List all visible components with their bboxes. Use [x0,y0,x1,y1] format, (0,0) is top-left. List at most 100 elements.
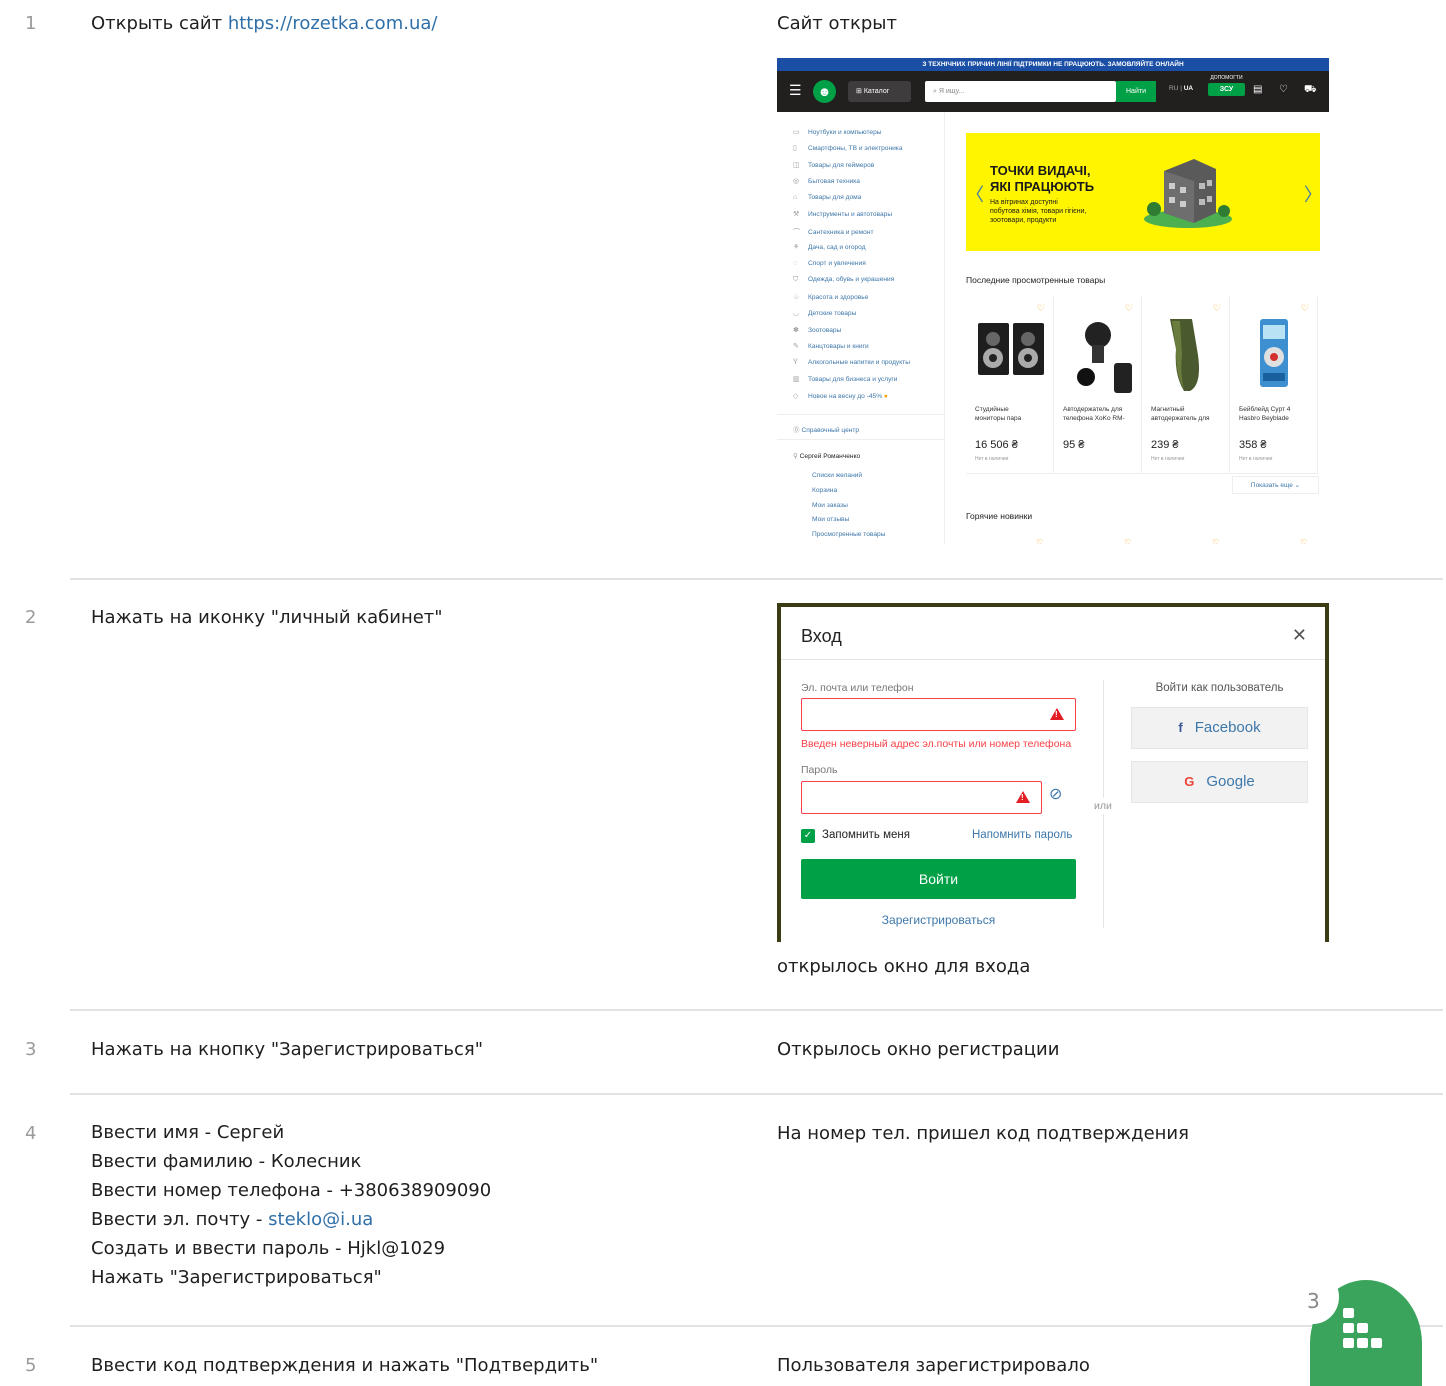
heart-icon[interactable]: ♡ [1212,538,1219,544]
heart-icon[interactable]: ♡ [1124,538,1131,544]
facebook-login-button[interactable]: f Facebook [1131,707,1308,749]
product-name[interactable]: Студийные мониторы пара [975,405,1049,423]
hot-new-products-title: Горячие новинки [966,511,1033,521]
sidebar-item-laptops[interactable]: ▭ Ноутбуки и компьютеры [793,128,882,136]
sidebar-item-smartphones[interactable]: ▯ Смартфоны, ТВ и электроника [793,144,902,152]
glass-icon: Ÿ [793,359,798,366]
help-label: ДОПОМОГТИ [1210,75,1243,81]
product-card[interactable]: ♡ Автодержатель для телефона XoKo RM- 95 … [1054,297,1142,474]
lang-ru[interactable]: RU [1169,85,1178,92]
pencil-icon: ✎ [793,343,799,350]
remind-password-link[interactable]: Напомнить пароль [972,829,1072,841]
step-action-line: Создать и ввести пароль - Hjkl@1029 [91,1238,446,1259]
promo-banner[interactable]: ТОЧКИ ВИДАЧІ, ЯКІ ПРАЦЮЮТЬ На вітринах до… [966,133,1322,251]
zsu-badge: ЗСУ [1208,83,1245,96]
language-switch[interactable]: RU | UA [1169,85,1193,92]
product-price: 358 ₴ [1239,439,1267,451]
sidebar-item-plumbing[interactable]: ⌒ Сантехника и ремонт [793,227,873,237]
promo-next-arrow[interactable]: 〉 [1304,181,1322,207]
sidebar-item-books[interactable]: ✎ Канцтовары и книги [793,342,869,350]
step-result: открылось окно для входа [777,956,1031,977]
product-name[interactable]: Бейблейд Сурт 4 Hasbro Beyblade [1239,405,1313,423]
user-link-wishlist[interactable]: Списки желаний [812,472,862,479]
modal-title: Вход [801,626,842,646]
catalog-button[interactable]: ⊞ Каталог [848,81,911,102]
warning-icon [1016,791,1030,803]
faucet-icon: ⌒ [793,229,800,236]
heart-icon[interactable]: ♡ [1037,303,1045,314]
sidebar-item-beauty[interactable]: ♧ Красота и здоровье [793,293,868,301]
paw-icon: ✽ [793,327,799,334]
kids-icon: ◡ [793,310,800,317]
menu-icon[interactable]: ☰ [789,82,802,99]
promo-text: На вітринах доступні побутова хімія, това… [990,199,1087,224]
promo-prev-arrow[interactable]: 〈 [966,181,984,207]
remember-me-checkbox[interactable]: ✓ [801,829,815,843]
step-action-line: Ввести номер телефона - +380638909090 [91,1180,492,1201]
orders-icon[interactable]: ▤ [1253,84,1262,95]
sofa-icon: ⌂ [793,194,798,201]
heart-icon[interactable]: ♡ [1036,538,1043,544]
sidebar-item-food[interactable]: Ÿ Алкогольные напитки и продукты [793,359,910,366]
help-army-button[interactable]: ДОПОМОГТИ ЗСУ [1208,75,1245,96]
help-center-link[interactable]: ⓪ Справочный центр [793,424,859,434]
sidebar-item-home[interactable]: ⌂ Товары для дома [793,194,861,201]
step-result: На номер тел. пришел код подтверждения [777,1123,1189,1144]
login-button[interactable]: Войти [801,859,1076,899]
user-icon: ⚲ [793,453,800,460]
sidebar-item-gamers[interactable]: ◫ Товары для геймеров [793,161,874,169]
step-number: 4 [25,1123,37,1144]
user-profile[interactable]: ⚲ Сергей Романченко [793,452,860,460]
search-input[interactable]: ⌕ Я ищу... [925,81,1116,102]
heart-icon[interactable]: ♡ [1301,303,1309,314]
password-field[interactable] [801,781,1042,814]
product-price: 239 ₴ [1151,439,1179,451]
user-link-cart[interactable]: Корзина [812,487,837,494]
search-button[interactable]: Найти [1116,81,1156,102]
email-field-label: Эл. почта или телефон [801,682,914,694]
sidebar-item-tools[interactable]: ⚒ Инструменты и автотовары [793,210,892,218]
heart-icon[interactable]: ♡ [1213,303,1221,314]
row-divider [70,578,1443,580]
sidebar-item-clothes[interactable]: ⛉ Одежда, обувь и украшения [793,276,894,284]
site-url-link[interactable]: https://rozetka.com.ua/ [228,13,438,34]
product-card[interactable]: ♡ Студийные мониторы пара 16 506 ₴ Нет в … [966,297,1054,474]
email-link[interactable]: steklo@i.ua [268,1209,373,1230]
row-divider [70,1009,1443,1011]
sidebar-item-pets[interactable]: ✽ Зоотовары [793,326,841,334]
wishlist-icon[interactable]: ♡ [1279,84,1288,95]
sidebar-item-sport[interactable]: ◌ Спорт и увлечения [793,260,866,267]
register-link[interactable]: Зарегистрироваться [781,913,1096,927]
beauty-icon: ♧ [793,294,800,301]
sidebar-item-appliances[interactable]: ◎ Бытовая техника [793,177,860,185]
show-more-button[interactable]: Показать еще ⌄ [1232,476,1319,494]
product-card[interactable]: ♡ Бейблейд Сурт 4 Hasbro Beyblade 358 ₴ Н… [1230,297,1318,474]
sidebar-item-garden[interactable]: ⚘ Дача, сад и огород [793,243,866,251]
eye-slash-icon[interactable]: ⊘ [1049,784,1062,804]
step-action: Ввести имя - Сергей Ввести фамилию - Кол… [91,1118,491,1292]
product-name[interactable]: Магнитный автодержатель для [1151,405,1225,423]
remember-me-label[interactable]: Запомнить меня [822,829,910,841]
user-link-orders[interactable]: Мои заказы [812,502,848,509]
row-divider [70,1325,1443,1327]
user-link-viewed[interactable]: Просмотренные товары [812,531,885,538]
step-number: 3 [25,1039,37,1060]
user-link-reviews[interactable]: Мои отзывы [812,516,849,523]
product-price: 16 506 ₴ [975,439,1018,451]
lang-ua[interactable]: UA [1184,85,1193,92]
heart-icon[interactable]: ♡ [1125,303,1133,314]
product-name[interactable]: Автодержатель для телефона XoKo RM- [1063,405,1137,423]
heart-icon[interactable]: ♡ [1300,538,1307,544]
product-card[interactable]: ♡ Магнитный автодержатель для 239 ₴ Нет в… [1142,297,1230,474]
laptop-icon: ▭ [793,129,800,136]
sidebar-item-spring-sale[interactable]: ◇ Новое на весну до -45% ● [793,392,888,400]
cart-icon[interactable]: ⛟ [1304,84,1317,97]
page-counter: 3 [1307,1289,1320,1313]
social-login-title: Войти как пользователь [1155,682,1284,694]
google-login-button[interactable]: G Google [1131,761,1308,803]
sidebar-item-business[interactable]: ▥ Товары для бизнеса и услуги [793,375,897,383]
close-icon[interactable]: ✕ [1292,625,1307,646]
email-field[interactable] [801,698,1076,731]
rozetka-logo[interactable]: ☻ [813,80,836,103]
sidebar-item-kids[interactable]: ◡ Детские товары [793,309,856,317]
